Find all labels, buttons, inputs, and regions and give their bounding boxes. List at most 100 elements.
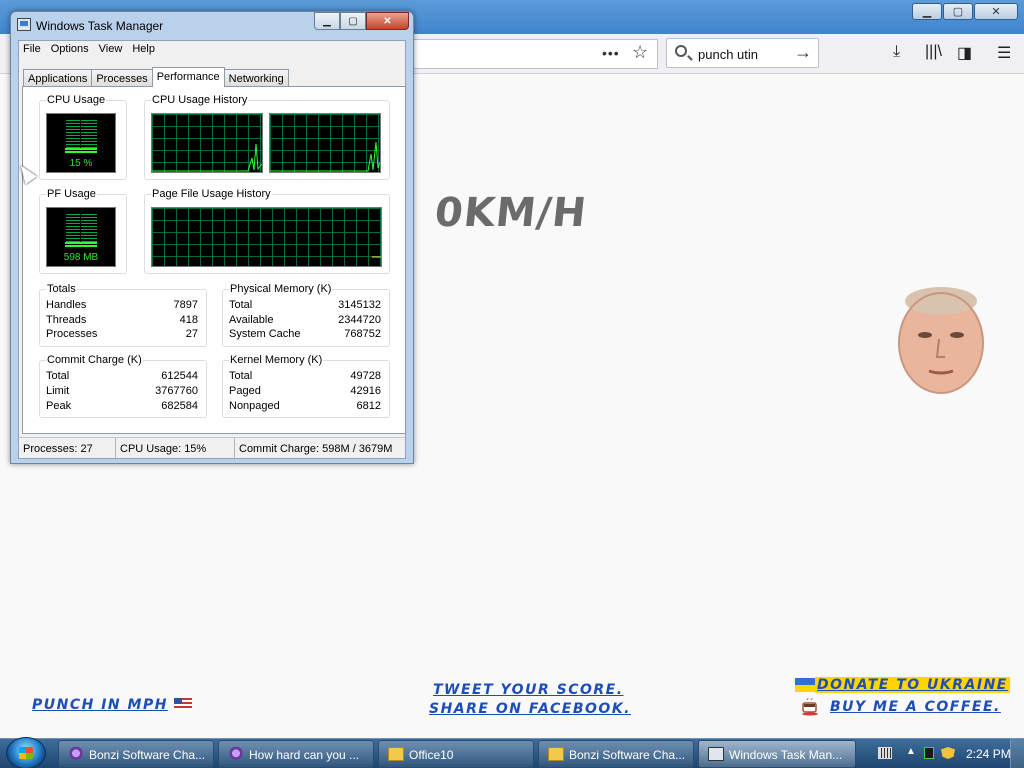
menu-bar: File Options View Help (19, 41, 405, 59)
search-icon (675, 45, 687, 57)
cpu-history-group: CPU Usage History (144, 94, 390, 180)
page-actions-icon[interactable]: ••• (602, 45, 620, 61)
cpu-history-line-2 (270, 141, 380, 172)
stat-label: Total (46, 370, 70, 382)
close-button[interactable]: ✕ (366, 12, 409, 30)
stat-row-paged: Paged 42916 (229, 385, 381, 399)
start-button[interactable] (6, 737, 46, 768)
pf-usage-value: 598 MB (63, 252, 99, 263)
minimize-button[interactable]: ▁ (314, 12, 340, 30)
tab-networking[interactable]: Networking (223, 69, 289, 87)
cpu-usage-group: CPU Usage 15 % (39, 94, 127, 180)
task-manager-client: File Options View Help Applications Proc… (18, 40, 406, 460)
taskbar-item-office10[interactable]: Office10 (378, 740, 534, 768)
punch-in-mph-link[interactable]: PUNCH IN MPH (32, 697, 192, 713)
cpu-history-graph-core-1 (151, 113, 263, 173)
cpu-usage-meter: 15 % (46, 113, 116, 173)
taskbar-item-bonzi-2[interactable]: How hard can you ... (218, 740, 374, 768)
pf-history-title: Page File Usage History (151, 188, 272, 200)
stat-value: 42916 (350, 385, 381, 397)
physical-memory-title: Physical Memory (K) (229, 283, 333, 295)
stat-row-available: Available 2344720 (229, 314, 381, 328)
menu-view[interactable]: View (95, 41, 129, 59)
browser-maximize-button[interactable]: ▢ (943, 3, 973, 20)
pf-history-graph (151, 207, 382, 267)
task-manager-window: Windows Task Manager ▁ ▢ ✕ File Options … (10, 11, 414, 464)
network-icon[interactable] (924, 747, 934, 759)
speed-readout: 0KM/H (432, 190, 590, 236)
punch-in-mph-label: PUNCH IN MPH (32, 697, 168, 713)
cpu-meter-fill (65, 148, 97, 153)
maximize-button[interactable]: ▢ (340, 12, 366, 30)
task-manager-icon (708, 747, 724, 761)
search-bar[interactable]: punch utin → (666, 38, 819, 68)
tweet-score-link[interactable]: TWEET YOUR SCORE. (433, 682, 624, 698)
menu-options[interactable]: Options (47, 41, 95, 59)
totals-title: Totals (46, 283, 77, 295)
search-input[interactable]: punch utin (698, 47, 758, 62)
taskbar-item-label: How hard can you ... (249, 748, 360, 762)
physical-memory-group: Physical Memory (K) Total 3145132 Availab… (222, 283, 390, 347)
stat-label: Handles (46, 299, 87, 311)
donate-ukraine-link[interactable]: DONATE TO UKRAINE (815, 677, 1010, 693)
stat-value: 49728 (350, 370, 381, 382)
tab-performance[interactable]: Performance (151, 67, 225, 87)
stat-row-processes: Processes 27 (46, 328, 198, 342)
tab-strip: Applications Processes Performance Netwo… (23, 67, 289, 87)
tab-processes[interactable]: Processes (91, 69, 153, 87)
taskbar-item-bonzi-1[interactable]: Bonzi Software Cha... (58, 740, 214, 768)
stat-value: 27 (185, 328, 198, 340)
stat-row-peak: Peak 682584 (46, 400, 198, 414)
taskbar-item-task-manager[interactable]: Windows Task Man... (698, 740, 856, 768)
bookmark-star-icon[interactable]: ☆ (632, 42, 648, 63)
coffee-cup-icon (802, 698, 818, 716)
sidebar-toggle-icon[interactable]: ◨ (957, 43, 972, 63)
downloads-icon[interactable]: ⤓ (893, 43, 900, 61)
stat-row-handles: Handles 7897 (46, 299, 198, 313)
task-manager-titlebar[interactable]: Windows Task Manager ▁ ▢ ✕ (11, 12, 413, 40)
share-facebook-link[interactable]: SHARE ON FACEBOOK. (429, 701, 631, 717)
stat-row-nonpaged: Nonpaged 6812 (229, 400, 381, 414)
stat-label: Limit (46, 385, 70, 397)
show-hidden-icons-icon[interactable]: ▲ (906, 746, 920, 758)
status-cpu-usage: CPU Usage: 15% (116, 438, 235, 460)
stat-row-limit: Limit 3767760 (46, 385, 198, 399)
stat-row-physical-total: Total 3145132 (229, 299, 381, 313)
keyboard-icon[interactable] (878, 747, 892, 759)
tab-applications[interactable]: Applications (23, 69, 93, 87)
show-desktop-button[interactable] (1010, 739, 1024, 768)
search-go-arrow-icon[interactable]: → (794, 42, 812, 63)
totals-group: Totals Handles 7897 Threads 418 Processes 2… (39, 283, 207, 347)
stat-row-commit-total: Total 612544 (46, 370, 198, 384)
stat-value: 768752 (344, 328, 381, 340)
library-icon[interactable]: |||\ (925, 43, 942, 61)
stat-label: Total (229, 370, 253, 382)
browser-minimize-button[interactable]: ▁ (912, 3, 942, 20)
browser-close-button[interactable]: ✕ (974, 3, 1018, 20)
hamburger-menu-icon[interactable]: ☰ (997, 43, 1011, 63)
menu-help[interactable]: Help (128, 41, 161, 59)
taskbar-item-label: Windows Task Man... (729, 748, 843, 762)
taskbar-item-bonzi-folder[interactable]: Bonzi Software Cha... (538, 740, 694, 768)
buy-coffee-link[interactable]: BUY ME A COFFEE. (830, 699, 1001, 715)
stat-label: Nonpaged (229, 400, 280, 412)
stat-value: 3145132 (338, 299, 381, 311)
status-bar: Processes: 27 CPU Usage: 15% Commit Char… (19, 437, 405, 460)
taskbar: Bonzi Software Cha... How hard can you .… (0, 737, 1024, 768)
shield-icon[interactable] (941, 747, 955, 759)
stat-value: 612544 (161, 370, 198, 382)
pf-usage-group: PF Usage 598 MB (39, 188, 127, 274)
stat-value: 6812 (356, 400, 381, 412)
task-manager-app-icon (17, 18, 31, 31)
stat-value: 2344720 (338, 314, 381, 326)
menu-file[interactable]: File (19, 41, 47, 59)
browser-window-buttons: ▁ ▢ ✕ (912, 3, 1018, 20)
stat-label: Paged (229, 385, 261, 397)
ukraine-flag-icon (795, 678, 815, 692)
clock[interactable]: 2:24 PM (966, 747, 1011, 761)
pf-history-group: Page File Usage History (144, 188, 390, 274)
face-target-image[interactable] (893, 283, 989, 395)
task-manager-window-buttons: ▁ ▢ ✕ (314, 12, 409, 30)
pf-meter-fill (65, 242, 97, 247)
url-bar[interactable] (410, 39, 658, 69)
